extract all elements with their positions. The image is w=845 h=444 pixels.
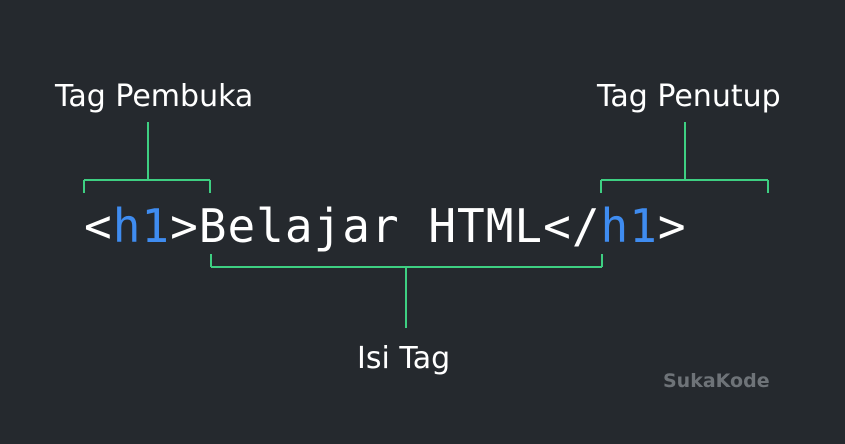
diagram-canvas: Tag Pembuka Tag Penutup Isi Tag <h1>Bela… (0, 0, 845, 444)
brand-logo: SukaKode (663, 370, 770, 392)
open-close-angle: > (170, 199, 199, 253)
close-tag-name: h1 (600, 199, 658, 253)
opening-tag-label: Tag Pembuka (55, 79, 254, 114)
tag-content: Belajar HTML (198, 199, 544, 253)
closing-tag-bracket (600, 122, 769, 193)
close-close-angle: > (657, 199, 687, 253)
opening-tag-bracket (83, 122, 211, 193)
open-tag-name: h1 (112, 199, 171, 253)
open-angle: < (84, 199, 113, 253)
closing-tag-label: Tag Penutup (597, 79, 781, 114)
html-code-line: <h1>Belajar HTML</h1> (84, 196, 687, 256)
content-label: Isi Tag (357, 341, 451, 376)
close-angle-slash: </ (543, 199, 601, 253)
content-bracket (210, 254, 603, 328)
